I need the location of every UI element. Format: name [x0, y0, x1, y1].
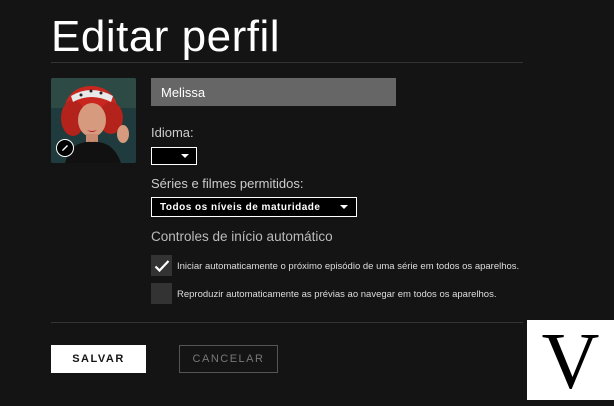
- autoplay-next-episode-label: Iniciar automaticamente o próximo episód…: [177, 261, 520, 272]
- pencil-icon: [62, 145, 68, 151]
- autoplay-next-episode-checkbox[interactable]: [151, 255, 172, 276]
- checkmark-icon: [154, 259, 169, 272]
- maturity-label: Séries e filmes permitidos:: [151, 176, 304, 191]
- save-button[interactable]: SALVAR: [51, 345, 146, 373]
- edit-avatar-button[interactable]: [56, 139, 74, 157]
- watermark-letter: V: [541, 318, 600, 406]
- language-label: Idioma:: [151, 125, 194, 140]
- autoplay-previews-checkbox[interactable]: [151, 283, 172, 304]
- profile-name-input[interactable]: [151, 78, 396, 106]
- language-select[interactable]: [151, 147, 197, 165]
- page-title: Editar perfil: [51, 12, 281, 61]
- caret-down-icon: [340, 205, 348, 209]
- autoplay-previews-label: Reproduzir automaticamente as prévias ao…: [177, 289, 497, 300]
- bottom-divider: [51, 322, 523, 323]
- maturity-select[interactable]: Todos os níveis de maturidade: [151, 197, 357, 217]
- caret-down-icon: [181, 154, 189, 158]
- autoplay-heading: Controles de início automático: [151, 229, 333, 244]
- cancel-button[interactable]: CANCELAR: [179, 345, 278, 373]
- maturity-selected: Todos os níveis de maturidade: [160, 201, 321, 213]
- top-divider: [51, 62, 523, 63]
- watermark-logo: V: [527, 318, 614, 406]
